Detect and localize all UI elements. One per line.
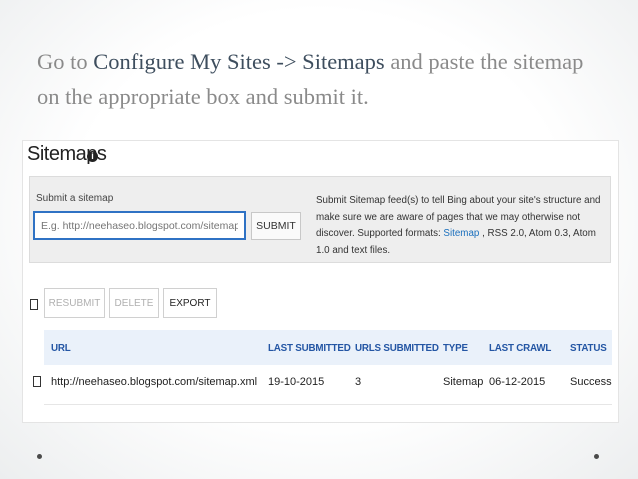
submit-button[interactable]: SUBMIT: [251, 212, 301, 240]
resubmit-button[interactable]: RESUBMIT: [44, 288, 105, 318]
select-all-checkbox[interactable]: [30, 299, 38, 310]
delete-button[interactable]: DELETE: [109, 288, 159, 318]
row-url[interactable]: http://neehaseo.blogspot.com/sitemap.xml: [51, 376, 257, 388]
dot-icon: [37, 454, 42, 459]
row-last-crawl: 06-12-2015: [489, 376, 546, 388]
row-status: Success: [570, 376, 612, 388]
sitemap-url-input[interactable]: [33, 211, 246, 240]
column-header-type[interactable]: TYPE: [443, 343, 468, 354]
row-divider: [44, 404, 612, 405]
row-type: Sitemap: [443, 376, 484, 388]
row-urls-submitted: 3: [355, 376, 362, 388]
row-checkbox[interactable]: [33, 376, 41, 387]
slide-title: Go to Configure My Sites -> Sitemaps and…: [37, 44, 607, 114]
help-text: Submit Sitemap feed(s) to tell Bing abou…: [316, 193, 604, 259]
submit-sitemap-label: Submit a sitemap: [36, 193, 114, 204]
column-header-status[interactable]: STATUS: [570, 343, 607, 354]
title-highlight: Configure My Sites -> Sitemaps: [93, 49, 385, 74]
export-button[interactable]: EXPORT: [163, 288, 217, 318]
column-header-urls-submitted[interactable]: URLS SUBMITTED: [355, 343, 439, 354]
column-header-url[interactable]: URL: [51, 343, 71, 354]
row-last-submitted: 19-10-2015: [268, 376, 325, 388]
column-header-last-submitted[interactable]: LAST SUBMITTED: [268, 343, 351, 354]
column-header-last-crawl[interactable]: LAST CRAWL: [489, 343, 551, 354]
title-prefix: Go to: [37, 49, 94, 74]
dot-icon: [594, 454, 599, 459]
sitemap-format-link[interactable]: Sitemap: [443, 228, 479, 239]
info-icon[interactable]: i: [87, 151, 98, 162]
